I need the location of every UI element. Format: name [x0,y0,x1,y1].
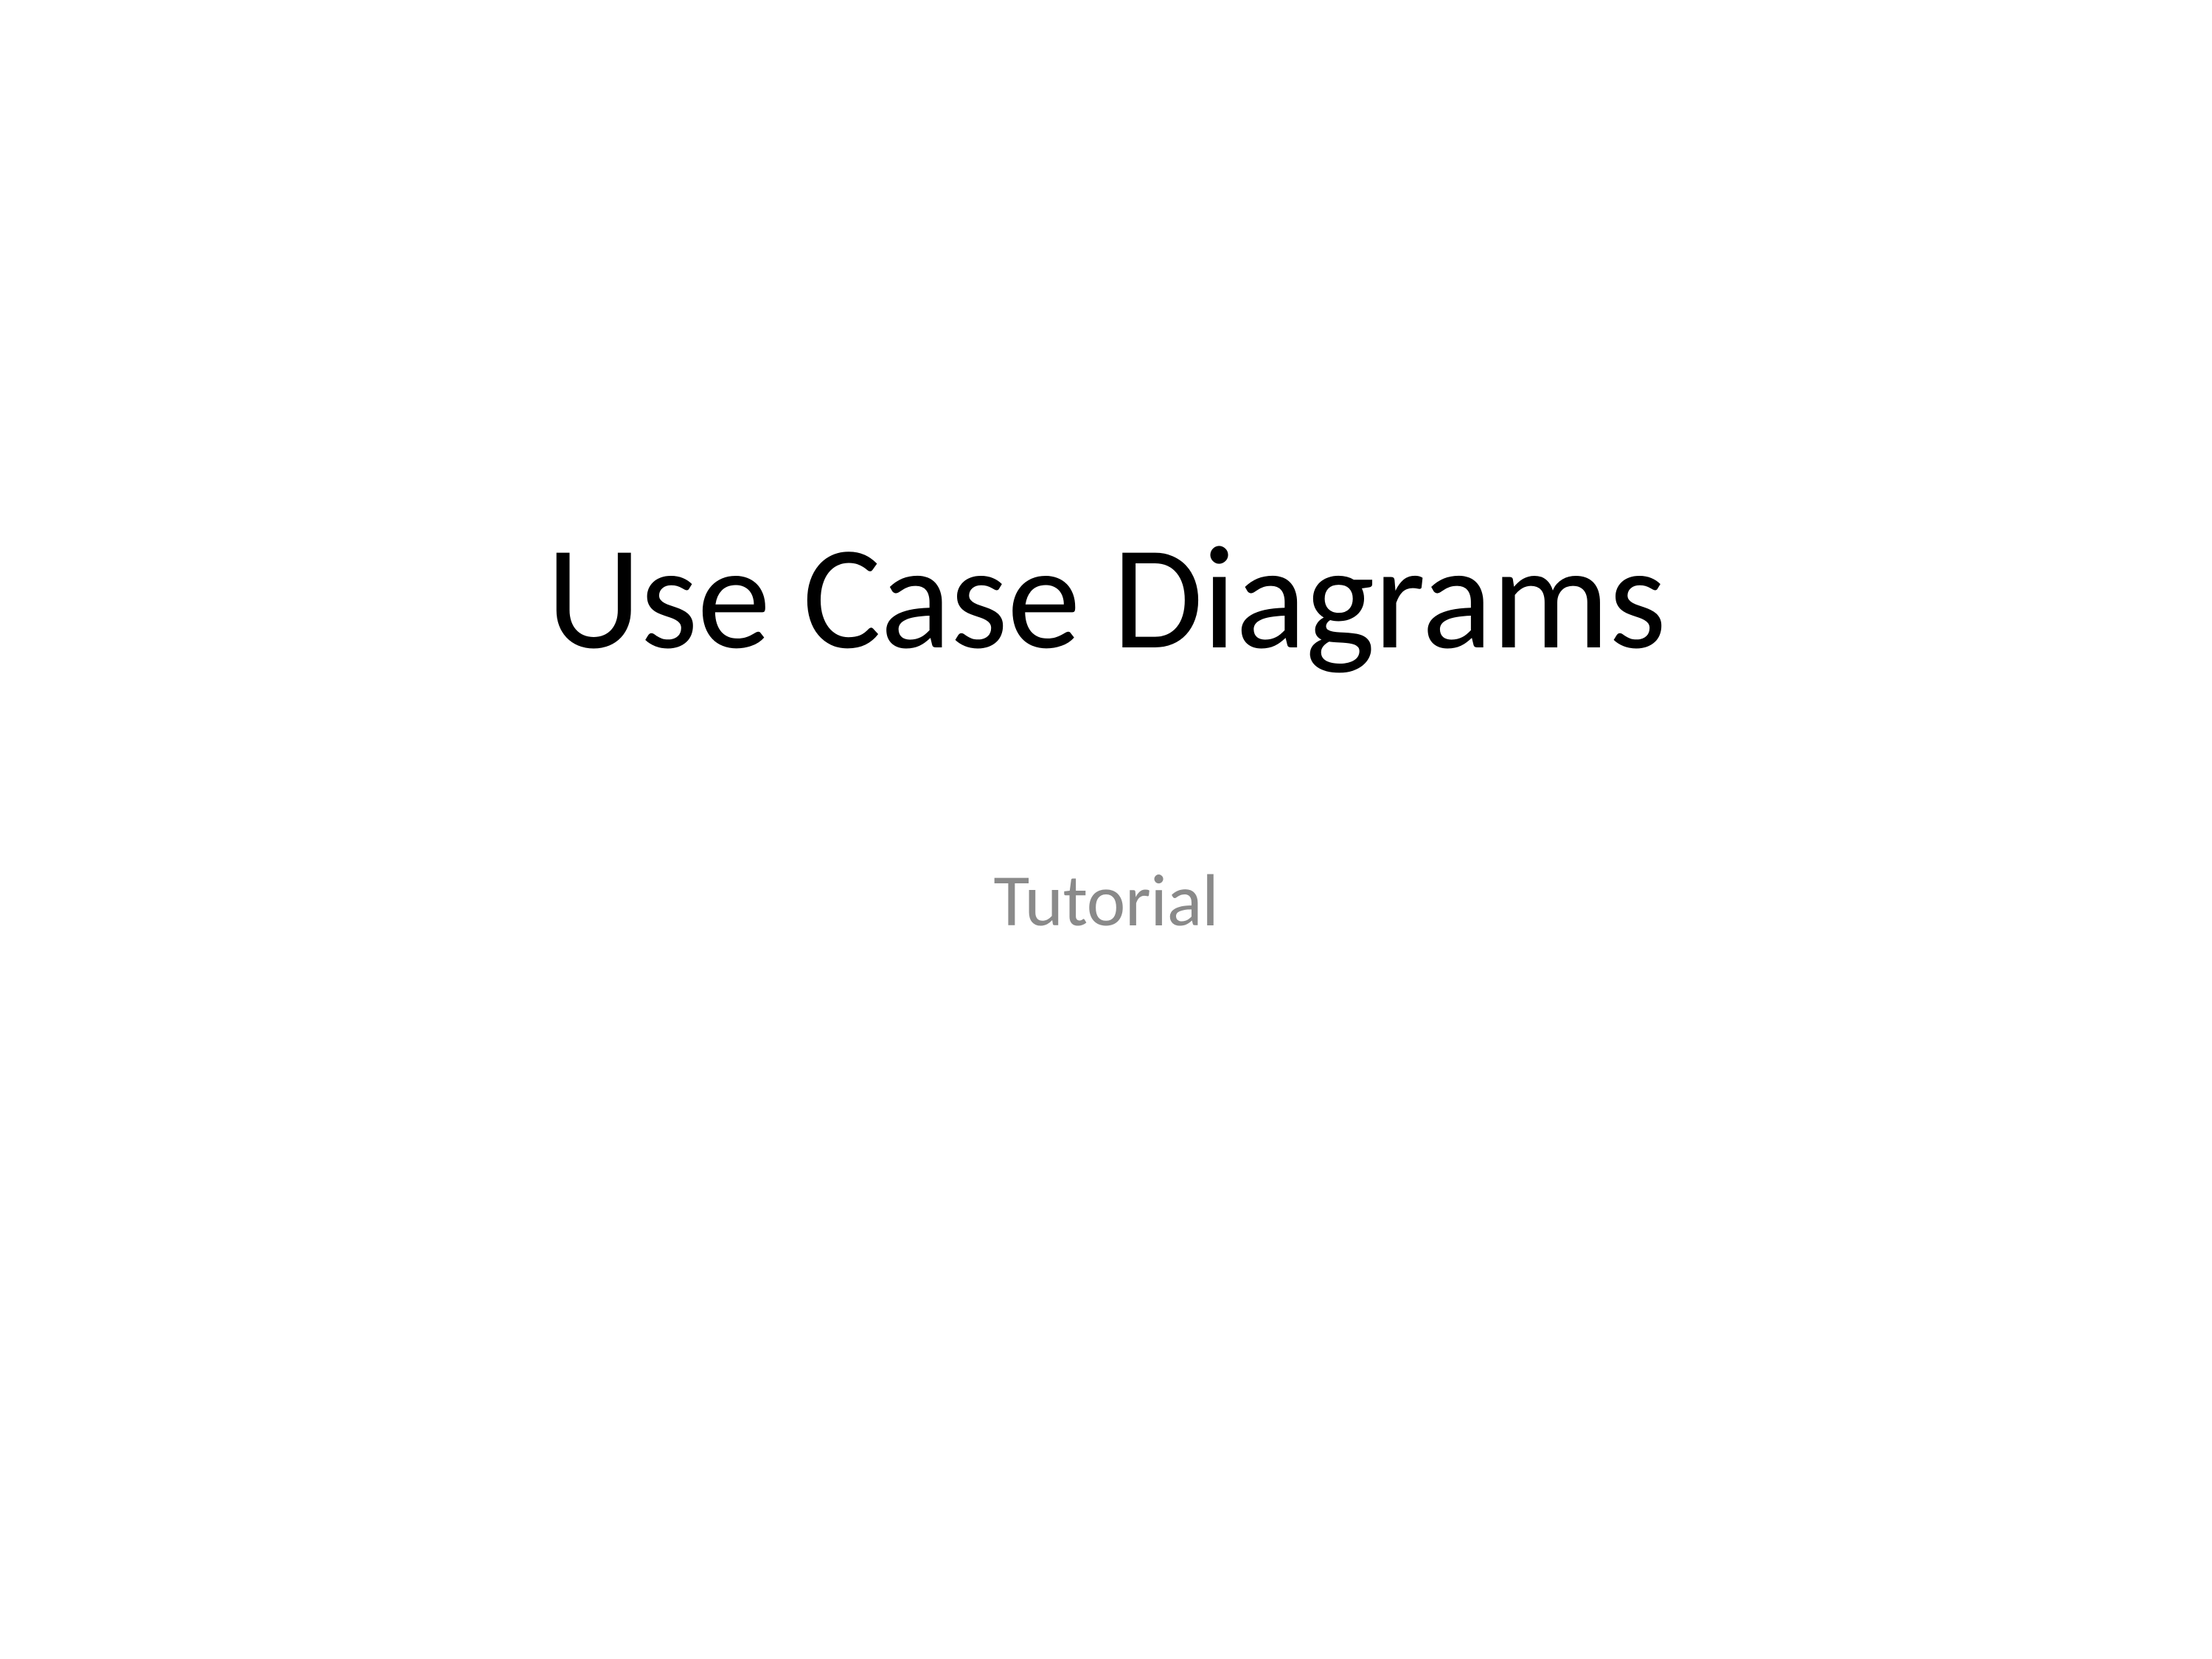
slide-title: Use Case Diagrams [546,516,1666,678]
slide-container: Use Case Diagrams Tutorial [0,0,2212,1659]
slide-subtitle: Tutorial [994,855,1219,945]
